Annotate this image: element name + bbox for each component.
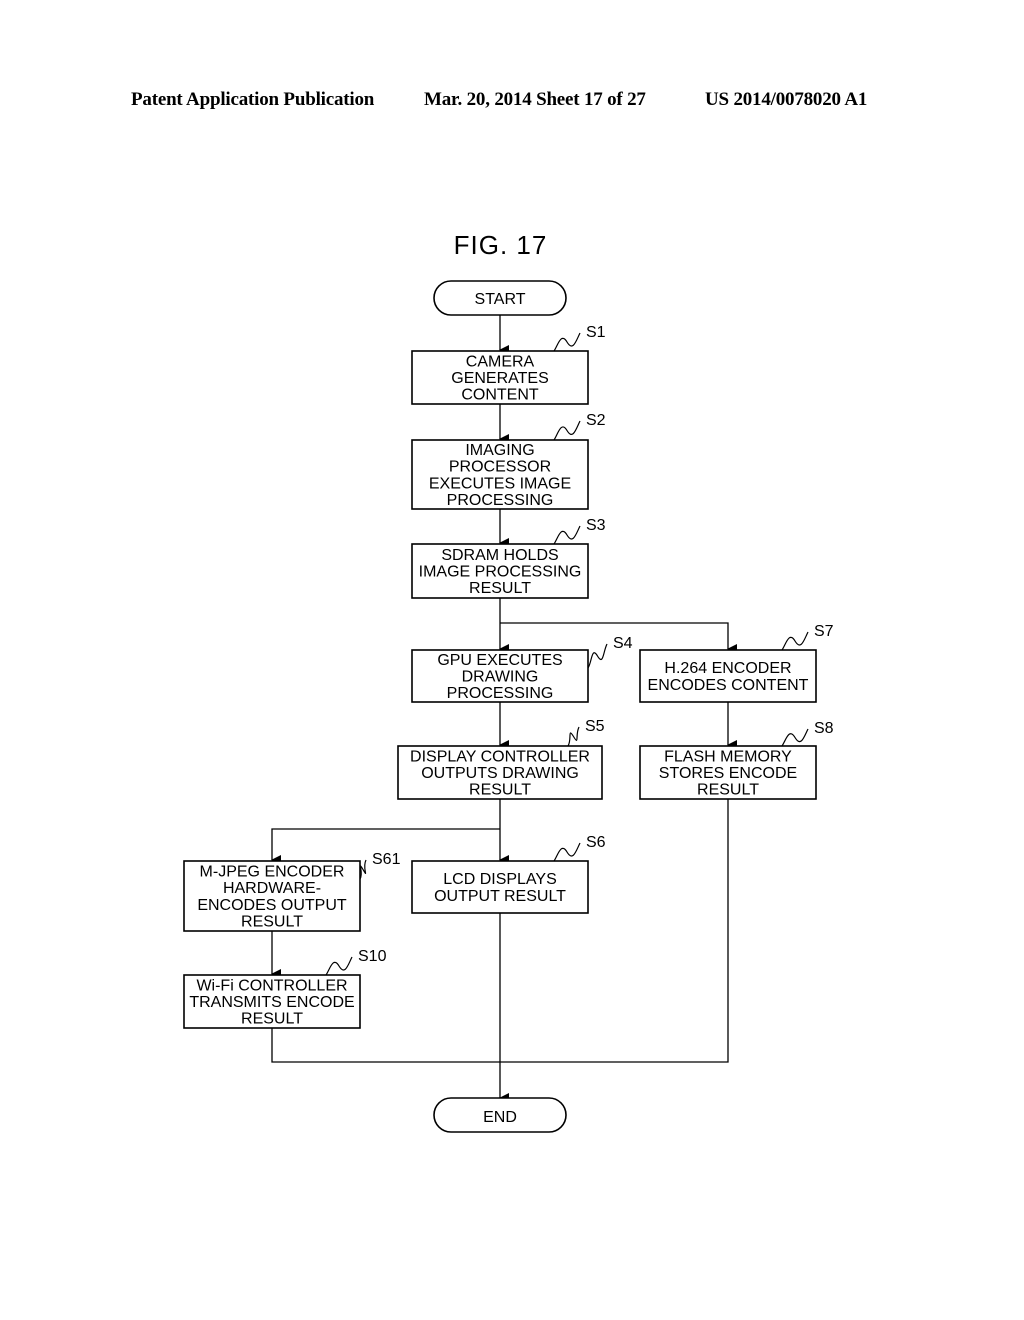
- step-label: S6: [586, 834, 606, 851]
- step-text-line: RESULT: [241, 913, 303, 930]
- leader-squiggle-icon: [587, 643, 608, 669]
- leader-squiggle-icon: [567, 726, 580, 747]
- step-s61: M-JPEG ENCODERHARDWARE-ENCODES OUTPUTRES…: [183, 851, 401, 932]
- step-s7: H.264 ENCODERENCODES CONTENT S7: [639, 623, 834, 703]
- flowchart: START END CAMERAGENERATESCONTENT S1 IMAGIN…: [183, 280, 834, 1133]
- leader-squiggle-icon: [359, 859, 367, 880]
- leader-squiggle-icon: [553, 420, 581, 441]
- step-text-line: GPU EXECUTES: [437, 652, 562, 669]
- step-text-line: TRANSMITS ENCODE: [189, 994, 354, 1011]
- step-s4: GPU EXECUTESDRAWINGPROCESSING S4: [411, 635, 633, 703]
- step-label: S7: [814, 623, 834, 640]
- step-label: S5: [585, 718, 605, 735]
- step-text-line: DISPLAY CONTROLLER: [410, 748, 590, 765]
- end-label: END: [483, 1109, 517, 1126]
- step-text-line: OUTPUTS DRAWING: [421, 765, 579, 782]
- step-s3: SDRAM HOLDSIMAGE PROCESSINGRESULT S3: [411, 517, 606, 599]
- step-text-line: CONTENT: [461, 387, 539, 404]
- step-text-line: STORES ENCODE: [659, 765, 797, 782]
- leader-squiggle-icon: [553, 332, 581, 352]
- step-text-line: M-JPEG ENCODER: [200, 864, 345, 881]
- step-s10: Wi-Fi CONTROLLERTRANSMITS ENCODERESULT S1…: [183, 948, 387, 1029]
- step-s5: DISPLAY CONTROLLEROUTPUTS DRAWINGRESULT S…: [397, 718, 605, 800]
- step-text-line: GENERATES: [451, 370, 549, 387]
- leader-squiggle-icon: [553, 525, 581, 545]
- step-label: S3: [586, 517, 606, 534]
- line-s8-merge: [500, 799, 729, 1063]
- step-label: S2: [586, 412, 606, 429]
- leader-squiggle-icon: [781, 728, 809, 747]
- leader-squiggle-icon: [553, 842, 581, 862]
- step-text-line: FLASH MEMORY: [664, 748, 792, 765]
- step-label: S10: [358, 948, 387, 965]
- step-s6: LCD DISPLAYSOUTPUT RESULT S6: [411, 834, 606, 914]
- step-label: S8: [814, 720, 834, 737]
- step-text-line: RESULT: [469, 580, 531, 597]
- step-text-line: HARDWARE-: [223, 880, 321, 897]
- step-label: S1: [586, 324, 606, 341]
- step-text-line: RESULT: [697, 782, 759, 799]
- step-text-line: SDRAM HOLDS: [441, 547, 558, 564]
- leader-squiggle-icon: [781, 631, 809, 651]
- step-label: S4: [613, 635, 633, 652]
- step-text-line: PROCESSING: [447, 685, 554, 702]
- step-label: S61: [372, 851, 401, 868]
- step-text-line: ENCODES OUTPUT: [197, 897, 347, 914]
- leader-squiggle-icon: [325, 956, 353, 976]
- step-s2: IMAGINGPROCESSOREXECUTES IMAGEPROCESSING…: [411, 412, 606, 510]
- start-label: START: [475, 291, 526, 308]
- step-text-line: RESULT: [469, 782, 531, 799]
- step-text-line: H.264 ENCODER: [664, 660, 791, 677]
- step-text-line: Wi-Fi CONTROLLER: [196, 977, 347, 994]
- step-text-line: DRAWING: [462, 669, 539, 686]
- step-s8: FLASH MEMORYSTORES ENCODERESULT S8: [639, 720, 834, 800]
- step-text-line: OUTPUT RESULT: [434, 888, 566, 905]
- step-text-line: RESULT: [241, 1011, 303, 1028]
- step-text-line: LCD DISPLAYS: [443, 871, 557, 888]
- step-s1: CAMERAGENERATESCONTENT S1: [411, 324, 606, 405]
- process-steps: CAMERAGENERATESCONTENT S1 IMAGINGPROCESSOR…: [183, 324, 834, 1029]
- step-text-line: CAMERA: [466, 353, 535, 370]
- step-text-line: PROCESSOR: [449, 459, 551, 476]
- step-text-line: IMAGE PROCESSING: [419, 564, 582, 581]
- step-text-line: IMAGING: [465, 442, 534, 459]
- step-text-line: EXECUTES IMAGE: [429, 475, 571, 492]
- line-s10-merge: [271, 1028, 500, 1063]
- step-text-line: ENCODES CONTENT: [648, 677, 809, 694]
- start-terminal: START: [433, 280, 567, 316]
- end-terminal: END: [433, 1097, 567, 1133]
- step-text-line: PROCESSING: [447, 492, 554, 509]
